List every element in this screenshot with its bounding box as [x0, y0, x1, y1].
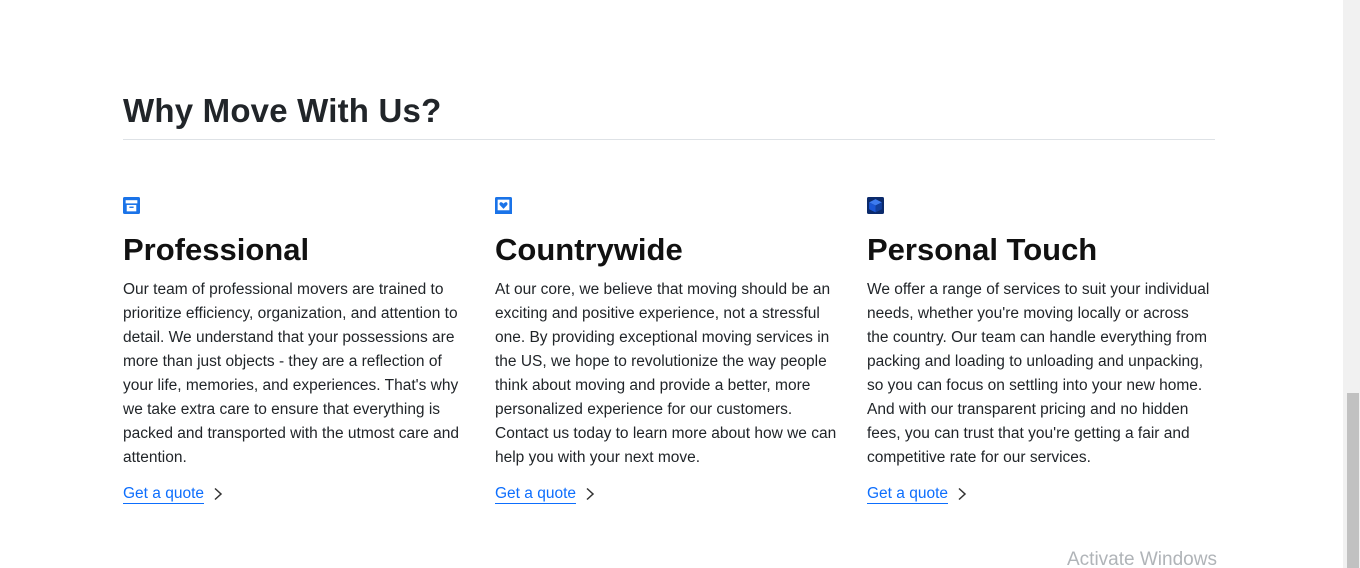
get-a-quote-link[interactable]: Get a quote — [867, 484, 967, 504]
archive-box-icon — [123, 197, 140, 214]
heart-box-icon — [495, 197, 512, 214]
get-a-quote-label: Get a quote — [867, 485, 949, 504]
feature-personal-touch: Personal Touch We offer a range of servi… — [867, 197, 1213, 504]
cube-icon — [867, 197, 884, 214]
vertical-scrollbar[interactable] — [1343, 0, 1360, 568]
feature-countrywide: Countrywide At our core, we believe that… — [495, 197, 841, 504]
get-a-quote-label: Get a quote — [495, 485, 577, 504]
page: Why Move With Us? Professional Our team … — [0, 0, 1360, 568]
activate-windows-watermark: Activate Windows — [1067, 549, 1217, 568]
feature-description: We offer a range of services to suit you… — [867, 281, 1210, 466]
feature-description: Our team of professional movers are trai… — [123, 281, 460, 466]
feature-description: At our core, we believe that moving shou… — [495, 281, 837, 466]
chevron-right-icon — [586, 487, 595, 501]
section-divider — [123, 139, 1215, 140]
section-title: Why Move With Us? — [123, 92, 442, 129]
chevron-right-icon — [214, 487, 223, 501]
feature-professional: Professional Our team of professional mo… — [123, 197, 469, 504]
feature-title: Professional — [123, 232, 310, 267]
feature-title: Countrywide — [495, 232, 683, 267]
scrollbar-thumb[interactable] — [1347, 393, 1359, 568]
feature-title: Personal Touch — [867, 232, 1098, 267]
chevron-right-icon — [958, 487, 967, 501]
get-a-quote-link[interactable]: Get a quote — [123, 484, 223, 504]
get-a-quote-label: Get a quote — [123, 485, 205, 504]
get-a-quote-link[interactable]: Get a quote — [495, 484, 595, 504]
